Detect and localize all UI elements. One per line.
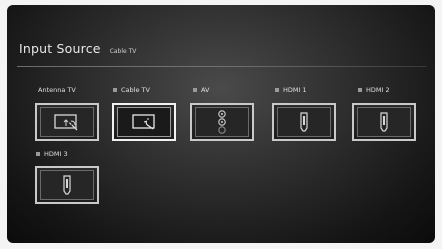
header-divider — [17, 66, 427, 67]
source-tile-antenna-tv[interactable] — [35, 103, 99, 141]
source-label-hdmi-2: HDMI 2 — [358, 86, 390, 94]
source-tile-hdmi-3[interactable] — [35, 166, 99, 204]
source-tile-hdmi-1[interactable] — [272, 103, 336, 141]
source-label-hdmi-3: HDMI 3 — [36, 150, 68, 158]
source-tile-hdmi-2[interactable] — [352, 103, 416, 141]
hdmi-port-icon — [63, 175, 71, 195]
tv-screen: Input Source Cable TV Antenna TV Cable T… — [7, 5, 435, 243]
source-label-av: AV — [193, 86, 209, 94]
source-label-hdmi-1: HDMI 1 — [275, 86, 307, 94]
hdmi-port-icon — [300, 112, 308, 132]
page-title: Input Source — [19, 41, 101, 56]
antenna-tv-icon — [54, 114, 78, 131]
hdmi-port-icon — [380, 112, 388, 132]
input-source-header: Input Source Cable TV — [19, 41, 136, 56]
source-tile-cable-tv[interactable] — [112, 103, 176, 141]
cable-tv-icon — [132, 114, 155, 130]
source-label-cable-tv: Cable TV — [113, 86, 150, 94]
av-jacks-icon — [218, 110, 226, 134]
source-label-antenna-tv: Antenna TV — [38, 86, 76, 94]
current-source-label: Cable TV — [109, 48, 137, 55]
source-tile-av[interactable] — [190, 103, 254, 141]
